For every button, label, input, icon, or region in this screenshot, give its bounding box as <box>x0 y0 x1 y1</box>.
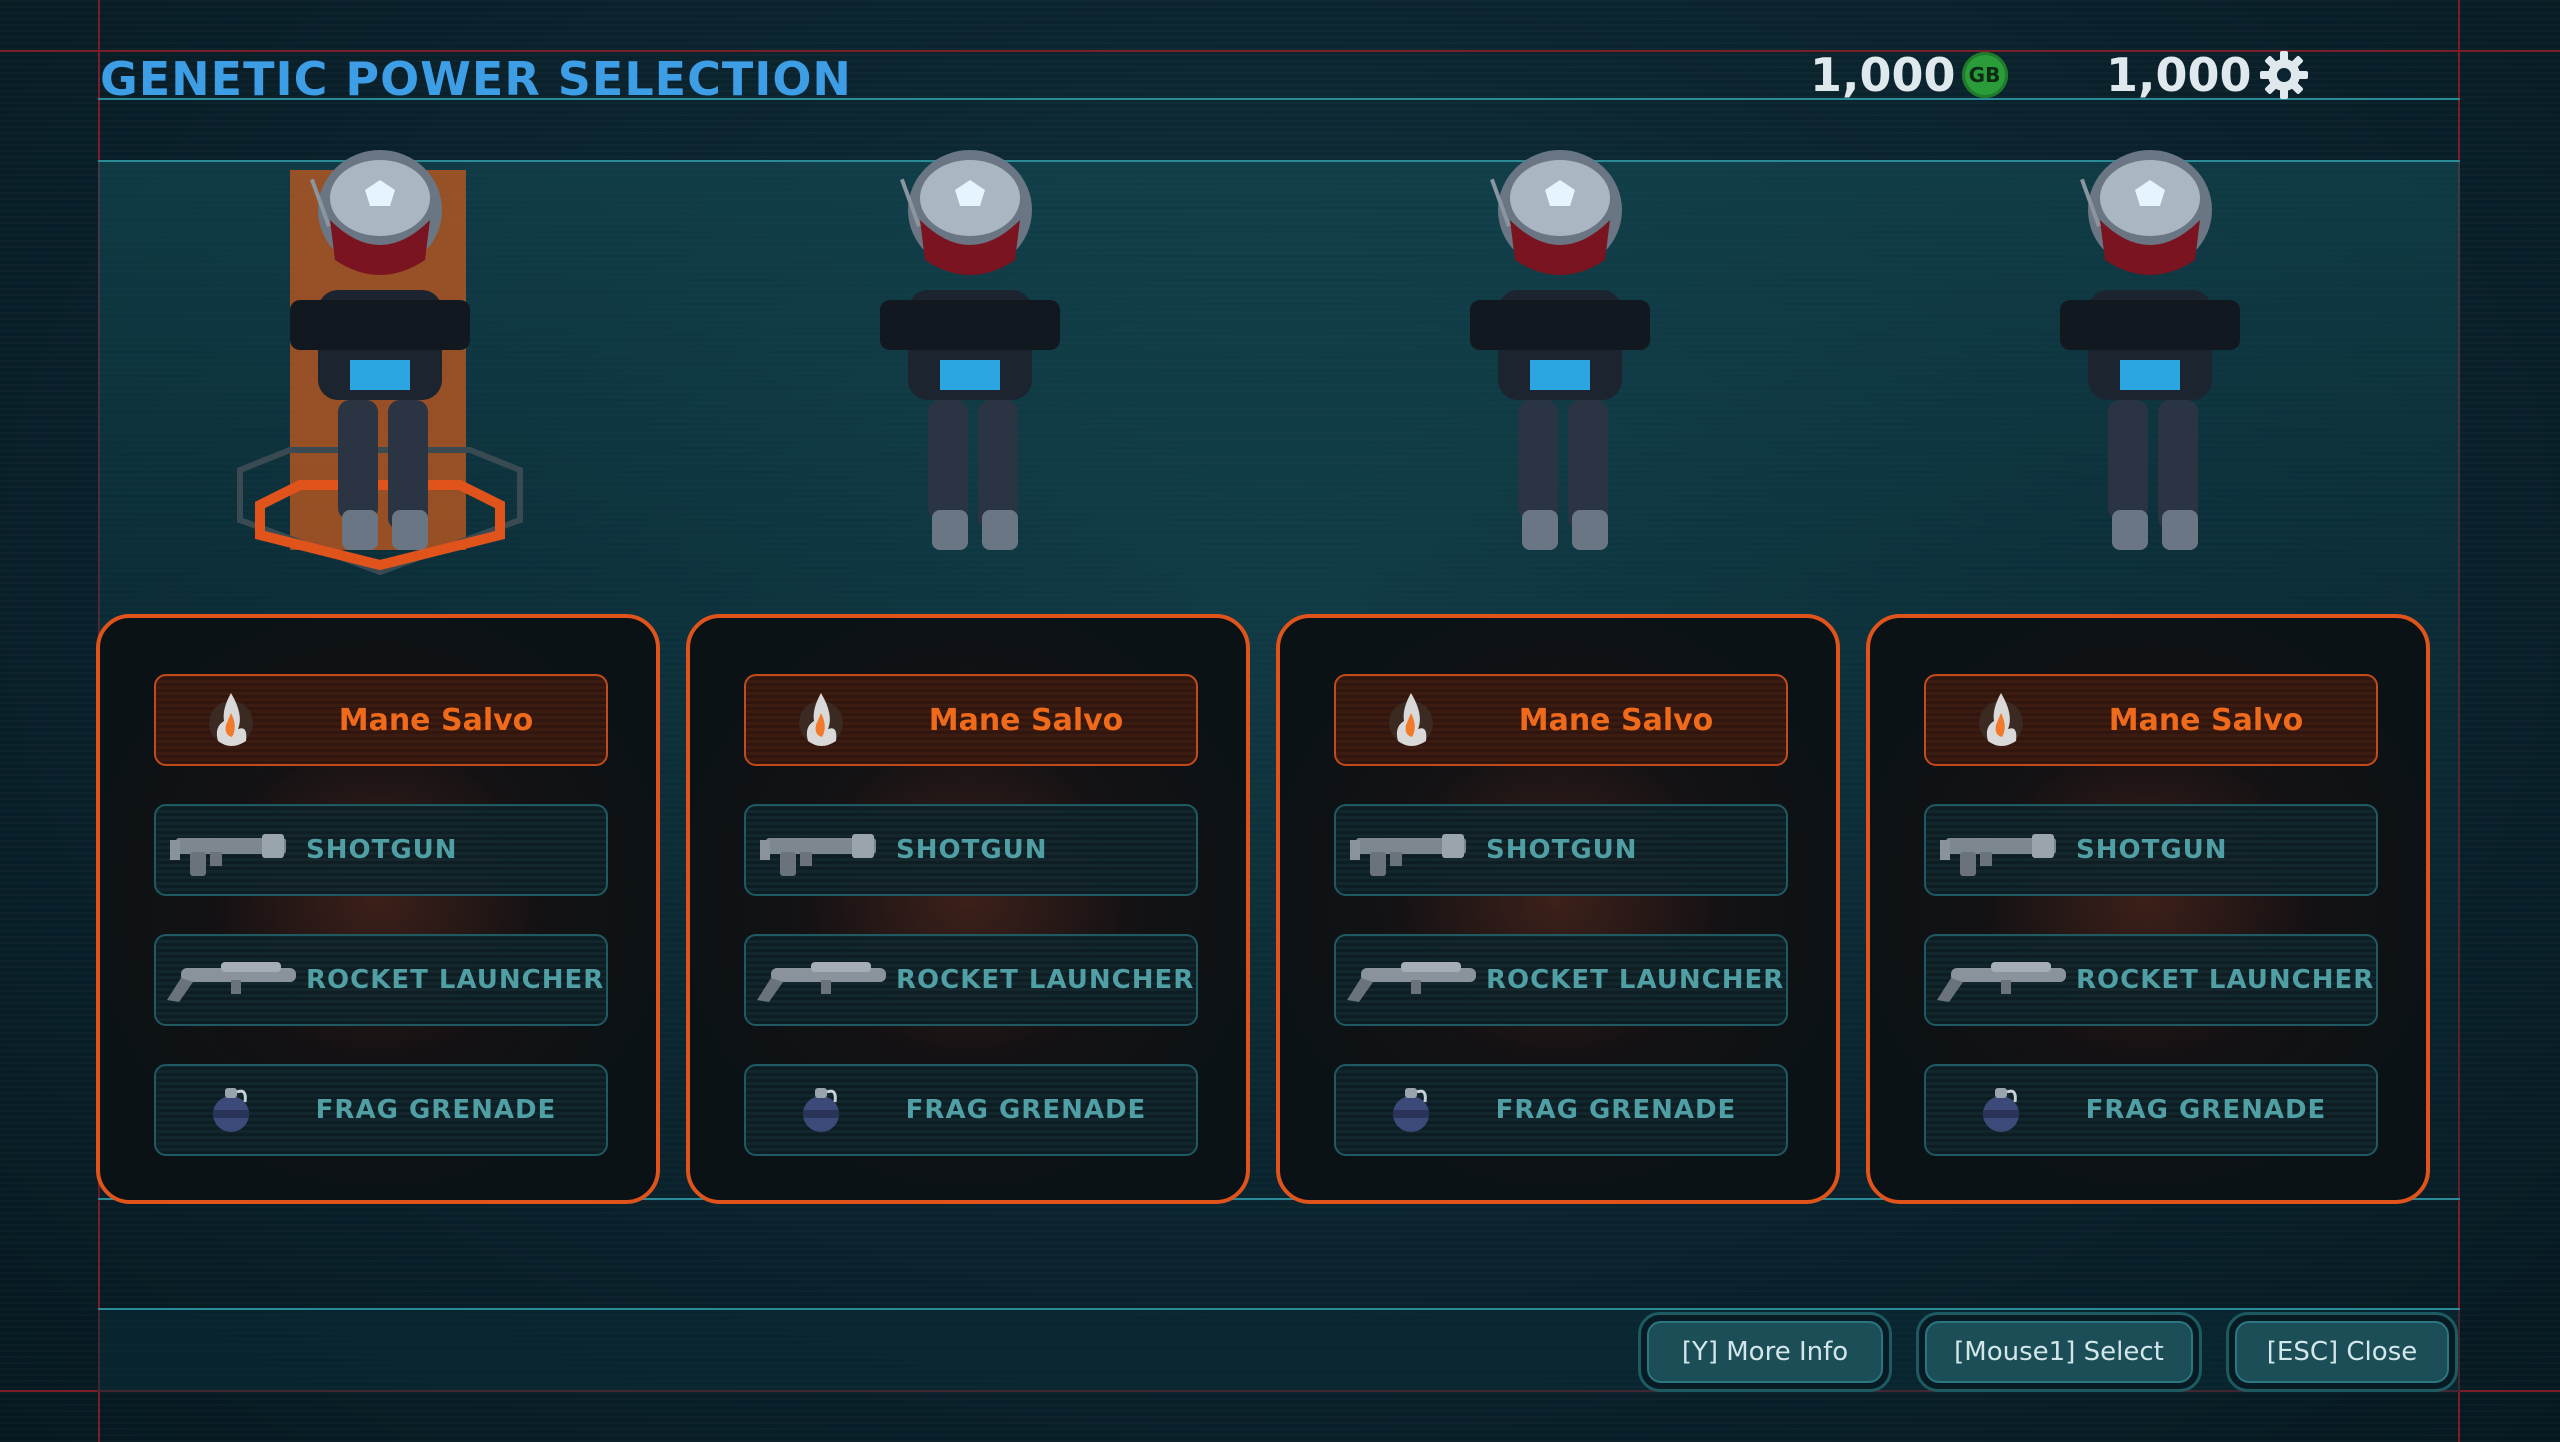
rocket-launcher-icon <box>1336 934 1486 1026</box>
weapon-slot-2[interactable]: ROCKET LAUNCHER <box>744 934 1198 1026</box>
weapon-slot-2[interactable]: ROCKET LAUNCHER <box>154 934 608 1026</box>
weapon-name-2: ROCKET LAUNCHER <box>2076 965 2375 995</box>
weapon-slot-1[interactable]: SHOTGUN <box>744 804 1198 896</box>
rocket-launcher-icon <box>1926 934 2076 1026</box>
gear-amount: 1,000 <box>2106 48 2252 102</box>
weapon-name-1: SHOTGUN <box>306 835 458 865</box>
frag-grenade-icon <box>1926 1064 2076 1156</box>
character-figure-3[interactable] <box>1410 150 1710 600</box>
rocket-launcher-icon <box>156 934 306 1026</box>
shotgun-icon <box>1336 804 1486 896</box>
shotgun-icon <box>1926 804 2076 896</box>
rocket-launcher-icon <box>746 934 896 1026</box>
gear-currency: 1,000 <box>2106 48 2310 102</box>
select-button[interactable]: [Mouse1] Select <box>1925 1321 2193 1383</box>
flame-power-icon <box>156 674 306 766</box>
power-name: Mane Salvo <box>928 702 1124 738</box>
weapon-name-2: ROCKET LAUNCHER <box>306 965 605 995</box>
weapon-slot-1[interactable]: SHOTGUN <box>1924 804 2378 896</box>
flame-power-icon <box>1336 674 1486 766</box>
power-name: Mane Salvo <box>1518 702 1714 738</box>
frag-grenade-icon <box>1336 1064 1486 1156</box>
weapon-slot-2[interactable]: ROCKET LAUNCHER <box>1334 934 1788 1026</box>
flame-power-icon <box>1926 674 2076 766</box>
weapon-name-1: SHOTGUN <box>1486 835 1638 865</box>
close-button[interactable]: [ESC] Close <box>2235 1321 2449 1383</box>
page-title: GENETIC POWER SELECTION <box>100 52 852 106</box>
gb-currency: 1,000 GB <box>1810 48 2008 102</box>
weapon-name-2: ROCKET LAUNCHER <box>896 965 1195 995</box>
character-figure-1[interactable] <box>230 150 530 600</box>
power-slot[interactable]: Mane Salvo <box>1924 674 2378 766</box>
close-button-frame: [ESC] Close <box>2226 1312 2458 1392</box>
loadout-card-4[interactable]: Mane Salvo SHOTGUN ROCKET LAUNCHER FRAG … <box>1866 614 2430 1204</box>
weapon-slot-1[interactable]: SHOTGUN <box>154 804 608 896</box>
power-name: Mane Salvo <box>2108 702 2304 738</box>
weapon-slot-2[interactable]: ROCKET LAUNCHER <box>1924 934 2378 1026</box>
character-figure-2[interactable] <box>820 150 1120 600</box>
shotgun-icon <box>156 804 306 896</box>
more-info-button-frame: [Y] More Info <box>1638 1312 1892 1392</box>
grenade-name: FRAG GRENADE <box>2085 1095 2327 1125</box>
weapon-name-1: SHOTGUN <box>2076 835 2228 865</box>
power-slot[interactable]: Mane Salvo <box>1334 674 1788 766</box>
character-figure-4[interactable] <box>2000 150 2300 600</box>
grenade-slot[interactable]: FRAG GRENADE <box>1334 1064 1788 1156</box>
loadout-card-1[interactable]: Mane Salvo SHOTGUN ROCKET LAUNCHER FRAG … <box>96 614 660 1204</box>
weapon-slot-1[interactable]: SHOTGUN <box>1334 804 1788 896</box>
gb-amount: 1,000 <box>1810 48 1956 102</box>
flame-power-icon <box>746 674 896 766</box>
grenade-slot[interactable]: FRAG GRENADE <box>1924 1064 2378 1156</box>
grenade-slot[interactable]: FRAG GRENADE <box>154 1064 608 1156</box>
grenade-name: FRAG GRENADE <box>905 1095 1147 1125</box>
loadout-card-2[interactable]: Mane Salvo SHOTGUN ROCKET LAUNCHER FRAG … <box>686 614 1250 1204</box>
gear-icon <box>2259 51 2308 99</box>
weapon-name-2: ROCKET LAUNCHER <box>1486 965 1785 995</box>
grenade-slot[interactable]: FRAG GRENADE <box>744 1064 1198 1156</box>
power-slot[interactable]: Mane Salvo <box>154 674 608 766</box>
grenade-name: FRAG GRENADE <box>315 1095 557 1125</box>
shotgun-icon <box>746 804 896 896</box>
power-slot[interactable]: Mane Salvo <box>744 674 1198 766</box>
gb-coin-icon: GB <box>1961 52 2008 98</box>
more-info-button[interactable]: [Y] More Info <box>1647 1321 1883 1383</box>
weapon-name-1: SHOTGUN <box>896 835 1048 865</box>
grenade-name: FRAG GRENADE <box>1495 1095 1737 1125</box>
power-name: Mane Salvo <box>338 702 534 738</box>
frag-grenade-icon <box>156 1064 306 1156</box>
frag-grenade-icon <box>746 1064 896 1156</box>
select-button-frame: [Mouse1] Select <box>1916 1312 2202 1392</box>
loadout-card-3[interactable]: Mane Salvo SHOTGUN ROCKET LAUNCHER FRAG … <box>1276 614 1840 1204</box>
